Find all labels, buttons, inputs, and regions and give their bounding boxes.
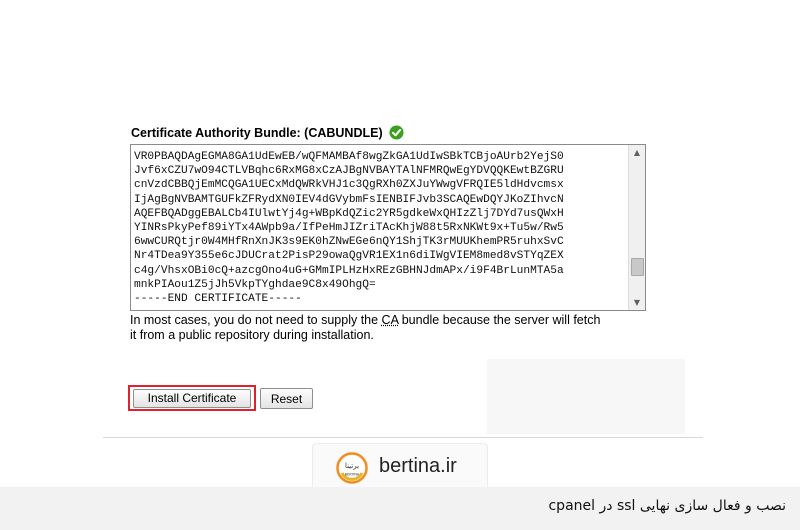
cabundle-textarea-content: VR0PBAQDAgEGMA8GA1UdEwEB/wQFMAMBAf8wgZkG… (134, 151, 564, 306)
reset-button[interactable]: Reset (260, 388, 313, 409)
help-text-line-1: In most cases, you do not need to supply… (130, 313, 601, 327)
logo-mark-subtext: BERTINA (345, 473, 360, 477)
textarea-scrollbar[interactable]: ▲ ▼ (628, 145, 645, 310)
scroll-up-arrow-icon[interactable]: ▲ (629, 145, 645, 160)
cabundle-textarea[interactable]: VR0PBAQDAgEGMA8GA1UdEwEB/wQFMAMBAf8wgZkG… (130, 144, 646, 311)
ca-abbreviation: CA (381, 313, 399, 327)
install-certificate-button[interactable]: Install Certificate (133, 388, 251, 408)
brand-logo-text: bertina.ir (379, 455, 457, 477)
install-button-highlight: Install Certificate (128, 385, 256, 411)
caption-bar: نصب و فعال سازی نهایی ssl در cpanel (0, 487, 800, 530)
brand-logo-card: برتینا BERTINA bertina.ir (312, 443, 488, 491)
cabundle-help-text: In most cases, you do not need to supply… (130, 313, 670, 343)
caption-text: نصب و فعال سازی نهایی ssl در cpanel (548, 498, 786, 514)
cabundle-field-label: Certificate Authority Bundle: (CABUNDLE) (131, 125, 404, 140)
check-circle-icon (389, 125, 404, 140)
scroll-down-arrow-icon[interactable]: ▼ (629, 295, 645, 310)
help-text-line-2: it from a public repository during insta… (130, 328, 374, 342)
cabundle-label-text: Certificate Authority Bundle: (CABUNDLE) (131, 125, 383, 140)
decorative-grey-block (487, 359, 685, 434)
bertina-logo-icon: برتینا BERTINA (336, 452, 368, 484)
scrollbar-thumb[interactable] (631, 258, 644, 276)
logo-mark-text: برتینا (345, 462, 359, 470)
